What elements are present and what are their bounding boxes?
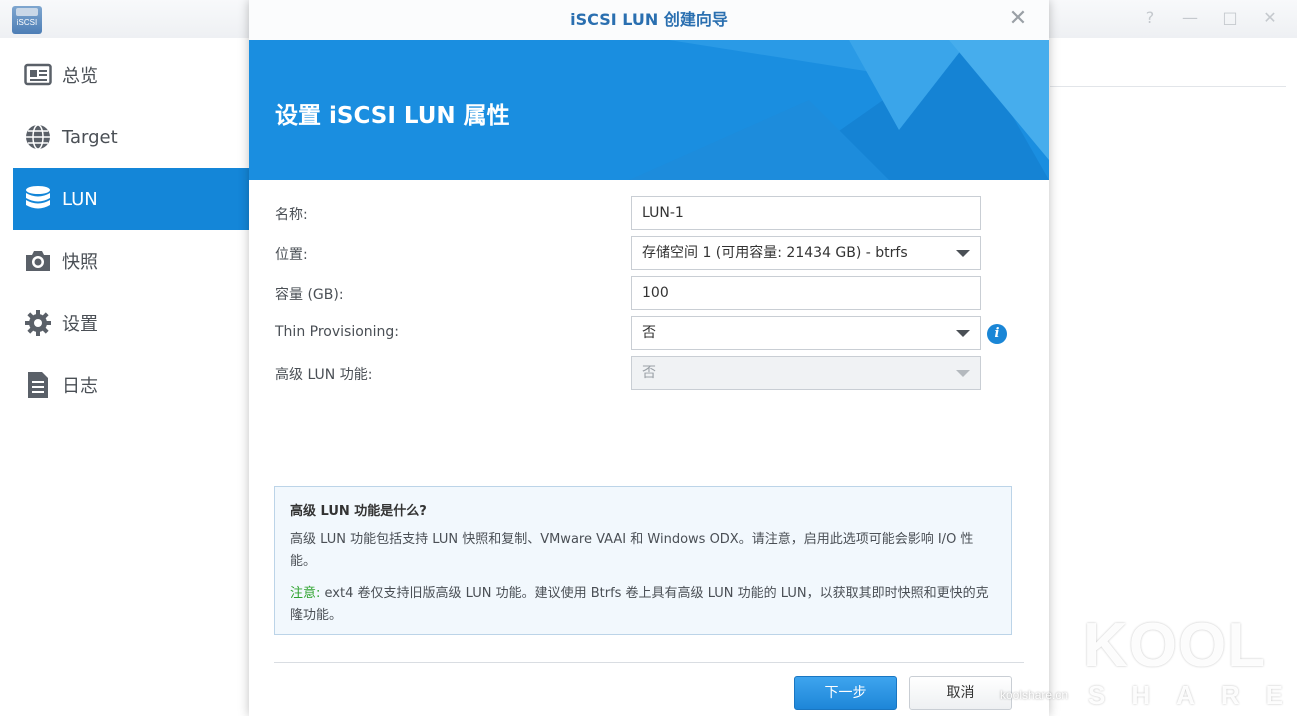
close-icon[interactable]: ✕ xyxy=(1261,8,1279,28)
thin-provisioning-value: 否 xyxy=(642,325,656,341)
sidebar: 总览 Target LUN 快照 设置 日志 xyxy=(0,44,250,416)
chevron-down-icon xyxy=(956,370,970,377)
location-select[interactable]: 存储空间 1 (可用容量: 21434 GB) - btrfs xyxy=(631,236,981,270)
sidebar-item-label: 设置 xyxy=(62,314,98,335)
thin-provisioning-select[interactable]: 否 xyxy=(631,316,981,350)
advanced-lun-info-box: 高级 LUN 功能是什么? 高级 LUN 功能包括支持 LUN 快照和复制、VM… xyxy=(274,486,1012,635)
maximize-icon[interactable]: □ xyxy=(1221,8,1239,28)
koolshare-watermark-site: koolshare.cn xyxy=(1000,688,1069,702)
info-box-body: 高级 LUN 功能包括支持 LUN 快照和复制、VMware VAAI 和 Wi… xyxy=(290,532,974,569)
sidebar-item-label: 快照 xyxy=(62,252,98,273)
sidebar-item-label: 总览 xyxy=(62,66,98,87)
form-row-capacity: 容量 (GB): 100 xyxy=(275,276,1035,316)
location-value: 存储空间 1 (可用容量: 21434 GB) - btrfs xyxy=(642,245,908,261)
overview-icon xyxy=(24,61,52,89)
info-box-title: 高级 LUN 功能是什么? xyxy=(290,504,427,519)
advanced-lun-label: 高级 LUN 功能: xyxy=(275,367,373,383)
sidebar-item-settings[interactable]: 设置 xyxy=(13,292,250,354)
sidebar-item-label: LUN xyxy=(62,188,98,210)
chevron-down-icon xyxy=(956,250,970,257)
sidebar-item-snapshot[interactable]: 快照 xyxy=(13,230,250,292)
form-row-thin-provisioning: Thin Provisioning: 否 i xyxy=(275,316,1035,356)
sidebar-item-overview[interactable]: 总览 xyxy=(13,44,250,106)
pin-icon[interactable]: — xyxy=(1181,8,1199,28)
info-box-warning: 注意: ext4 卷仅支持旧版高级 LUN 功能。建议使用 Btrfs 卷上具有… xyxy=(290,583,996,627)
chevron-down-icon xyxy=(956,330,970,337)
help-icon[interactable]: ? xyxy=(1141,8,1159,28)
camera-icon xyxy=(24,247,52,275)
cancel-button[interactable]: 取消 xyxy=(909,676,1012,710)
name-label: 名称: xyxy=(275,207,308,223)
footer-divider xyxy=(274,662,1024,663)
sidebar-item-label: 日志 xyxy=(62,376,98,397)
dialog-close-icon[interactable]: ✕ xyxy=(1007,8,1029,30)
gear-icon xyxy=(24,309,52,337)
info-icon[interactable]: i xyxy=(987,324,1007,344)
database-icon xyxy=(24,185,52,213)
content-divider xyxy=(1050,86,1286,87)
window-controls: ? — □ ✕ xyxy=(1141,8,1279,28)
capacity-label: 容量 (GB): xyxy=(275,287,344,303)
warning-prefix: 注意: xyxy=(290,586,321,601)
koolshare-watermark-logo: KOOL xyxy=(1083,611,1267,680)
name-input[interactable]: LUN-1 xyxy=(631,196,981,230)
sidebar-item-target[interactable]: Target xyxy=(13,106,250,168)
location-label: 位置: xyxy=(275,247,308,263)
lun-creation-wizard-dialog: iSCSI LUN 创建向导 ✕ 设置 iSCSI LUN 属性 名称: LUN… xyxy=(249,0,1049,716)
name-value: LUN-1 xyxy=(642,205,684,221)
warning-body: ext4 卷仅支持旧版高级 LUN 功能。建议使用 Btrfs 卷上具有高级 L… xyxy=(290,586,989,623)
capacity-value: 100 xyxy=(642,285,669,301)
koolshare-watermark-share: SHARE xyxy=(1088,680,1297,710)
advanced-lun-value: 否 xyxy=(642,365,656,381)
log-icon xyxy=(24,371,52,399)
form-row-advanced-lun: 高级 LUN 功能: 否 xyxy=(275,356,1035,396)
iscsi-logo-icon: iSCSI xyxy=(12,6,42,34)
wizard-banner: 设置 iSCSI LUN 属性 xyxy=(249,40,1049,180)
banner-title: 设置 iSCSI LUN 属性 xyxy=(275,103,510,129)
lun-properties-form: 名称: LUN-1 位置: 存储空间 1 (可用容量: 21434 GB) - … xyxy=(275,196,1035,396)
sidebar-item-lun[interactable]: LUN xyxy=(13,168,250,230)
sidebar-item-label: Target xyxy=(62,126,118,148)
globe-icon xyxy=(24,123,52,151)
next-button[interactable]: 下一步 xyxy=(794,676,897,710)
thin-provisioning-label: Thin Provisioning: xyxy=(275,324,400,340)
advanced-lun-select: 否 xyxy=(631,356,981,390)
capacity-input[interactable]: 100 xyxy=(631,276,981,310)
form-row-location: 位置: 存储空间 1 (可用容量: 21434 GB) - btrfs xyxy=(275,236,1035,276)
logo-text: iSCSI xyxy=(16,18,38,27)
form-row-name: 名称: LUN-1 xyxy=(275,196,1035,236)
sidebar-item-log[interactable]: 日志 xyxy=(13,354,250,416)
dialog-title: iSCSI LUN 创建向导 xyxy=(249,0,1049,40)
